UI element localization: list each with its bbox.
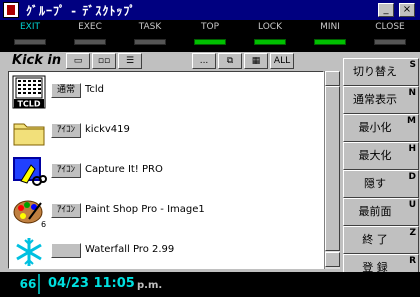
action-label: 最大化 (358, 149, 392, 162)
folder-icon (11, 115, 47, 149)
cmd-mini-button[interactable]: MINI (300, 22, 360, 50)
shortcut-key: Z (409, 228, 416, 238)
app-name: Paint Shop Pro - Image1 (85, 204, 205, 215)
mode-badge[interactable]: ｱｲｺﾝ (51, 163, 81, 178)
view-toolbar: Kick in ▭ ▫▫ ☰... ⧉ ▦ ALL (8, 52, 343, 70)
shortcut-key: U (408, 200, 416, 210)
capture-icon (11, 155, 47, 189)
cmd-label: EXEC (78, 22, 102, 32)
cmd-lamp (14, 39, 46, 45)
action-button[interactable]: 切り替え S (343, 58, 419, 86)
action-label: 切り替え (353, 65, 397, 78)
cmd-lamp (374, 39, 406, 45)
action-button[interactable]: 最大化 H (343, 142, 419, 170)
tcld-icon-label: TCLD (17, 100, 40, 109)
scroll-down-button[interactable] (325, 252, 340, 267)
action-button[interactable]: 通常表示 N (343, 86, 419, 114)
cmd-top-button[interactable]: TOP (180, 22, 240, 50)
cmd-label: TOP (200, 22, 219, 32)
action-label: 最前面 (358, 205, 392, 218)
app-name: Capture It! PRO (85, 164, 163, 175)
kick-in-label: Kick in (12, 53, 62, 68)
app-name: Tcld (85, 84, 105, 95)
command-bar: EXIT EXEC TASK TOP LOCK MINI CLOSE (0, 20, 420, 52)
shortcut-key: M (407, 116, 416, 126)
list-item[interactable]: ｱｲｺﾝ Capture It! PRO (9, 153, 323, 191)
list-item[interactable]: ｱｲｺﾝ kickv419 (9, 113, 323, 151)
cmd-lamp (134, 39, 166, 45)
close-button[interactable]: × (399, 3, 415, 17)
tool-all-button[interactable]: ALL (270, 53, 294, 69)
mode-badge[interactable]: 通常 (51, 83, 81, 98)
shortcut-key: H (408, 144, 416, 154)
cmd-label: LOCK (258, 22, 282, 32)
list-item[interactable]: Waterfall Pro 2.99 (9, 233, 323, 268)
cmd-label: TASK (138, 22, 162, 32)
mode-badge[interactable]: ｱｲｺﾝ (51, 203, 81, 218)
scroll-thumb[interactable] (325, 86, 340, 251)
app-name: kickv419 (85, 124, 130, 135)
mode-badge[interactable] (51, 243, 81, 258)
tool-small-icon-button[interactable]: ▫▫ (92, 53, 116, 69)
paint-icon: 6 (11, 195, 47, 229)
action-button[interactable]: 終 了Z (343, 226, 419, 254)
list-item[interactable]: TCLD 通常 Tcld (9, 73, 323, 111)
cmd-lamp (74, 39, 106, 45)
item-count: 66 (18, 274, 40, 294)
tool-large-icon-button[interactable]: ▭ (66, 53, 90, 69)
action-label: 最小化 (358, 121, 392, 134)
clock-display: 04/23 11:05 (48, 276, 135, 291)
cmd-label: CLOSE (375, 22, 405, 32)
cmd-lamp (194, 39, 226, 45)
tool-grid-button[interactable]: ▦ (244, 53, 268, 69)
shortcut-key: S (409, 60, 416, 70)
app-name: Waterfall Pro 2.99 (85, 244, 175, 255)
tool-windows-button[interactable]: ⧉ (218, 53, 242, 69)
action-button[interactable]: 隠す D (343, 170, 419, 198)
app-list: TCLD 通常 Tcld ｱｲｺﾝ kickv419 ｱｲｺﾝ Capture It! PR… (8, 71, 324, 269)
shortcut-key: N (408, 88, 416, 98)
cmd-label: EXIT (19, 22, 40, 32)
status-bar: 66 04/23 11:05 p.m. (0, 272, 420, 297)
cmd-close-button[interactable]: CLOSE (360, 22, 420, 50)
tcld-icon: TCLD (11, 75, 47, 109)
cmd-exec-button[interactable]: EXEC (60, 22, 120, 50)
minimize-button[interactable]: _ (378, 3, 394, 17)
title-bar: ｸﾞﾙｰﾌﾟ - ﾃﾞｽｸﾄｯﾌﾟ _ × (0, 0, 420, 20)
cmd-label: MINI (320, 22, 340, 32)
shortcut-key: R (409, 256, 416, 266)
cmd-lamp (314, 39, 346, 45)
tool-more-button[interactable]: ... (192, 53, 216, 69)
list-scrollbar[interactable] (324, 71, 340, 269)
paint-icon-label: 6 (41, 220, 46, 229)
snowflake-icon (11, 235, 47, 268)
action-label: 終 了 (362, 233, 388, 246)
cmd-lamp (254, 39, 286, 45)
list-item[interactable]: 6 ｱｲｺﾝ Paint Shop Pro - Image1 (9, 193, 323, 231)
tool-list-view-button[interactable]: ☰ (118, 53, 142, 69)
action-button[interactable]: 最小化 M (343, 114, 419, 142)
cmd-task-button[interactable]: TASK (120, 22, 180, 50)
mode-badge[interactable]: ｱｲｺﾝ (51, 123, 81, 138)
scroll-up-button[interactable] (325, 71, 340, 86)
window-title: ｸﾞﾙｰﾌﾟ - ﾃﾞｽｸﾄｯﾌﾟ (26, 4, 137, 18)
shortcut-key: D (408, 172, 416, 182)
ampm-label: p.m. (137, 280, 163, 291)
cmd-lock-button[interactable]: LOCK (240, 22, 300, 50)
cmd-exit-button[interactable]: EXIT (0, 22, 60, 50)
action-label: 通常表示 (353, 93, 397, 106)
app-icon[interactable] (3, 2, 19, 18)
action-label: 隠す (364, 177, 386, 190)
action-button[interactable]: 最前面 U (343, 198, 419, 226)
